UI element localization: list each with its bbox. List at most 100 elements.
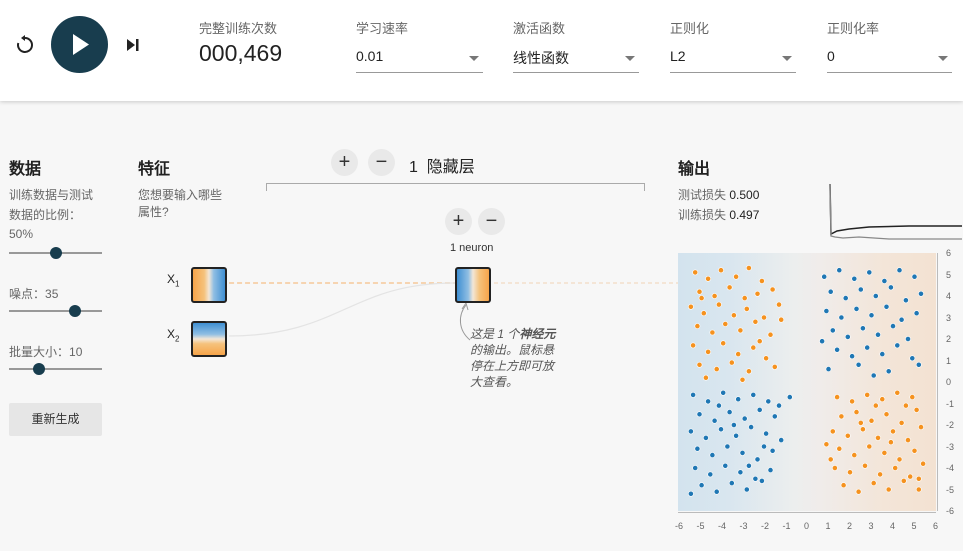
data-point-blue [702,434,709,441]
data-point-orange [909,394,916,400]
data-point-blue [881,278,888,284]
data-point-blue [842,295,849,301]
data-point-blue [763,430,769,437]
data-point-orange [872,402,879,409]
data-point-orange [896,456,903,463]
data-point-orange [838,413,845,420]
data-point-orange [737,327,744,334]
data-point-blue [834,346,840,353]
data-point-orange [829,428,836,435]
data-point-blue [819,338,825,345]
y-tick-label: 4 [946,291,952,301]
data-point-blue [823,308,830,314]
data-point-orange [902,402,909,409]
add-layer-button[interactable]: + [331,149,358,176]
data-point-blue [838,314,845,321]
data-point-orange [776,301,782,308]
output-scatter-svg [678,253,936,511]
data-point-orange [875,434,881,441]
data-point-blue [767,467,774,473]
data-point-blue [750,391,757,398]
data-point-blue [883,303,890,310]
y-tick-label: -5 [946,484,955,495]
remove-neuron-button[interactable]: − [478,208,505,235]
data-point-blue [786,394,793,400]
data-point-blue [724,443,731,450]
data-point-blue [868,312,875,319]
data-point-blue [827,288,834,295]
data-point-orange [911,447,918,454]
data-point-blue [705,398,711,405]
output-plot[interactable] [678,253,936,511]
data-point-orange [690,342,696,349]
data-point-orange [702,374,709,381]
data-point-blue [890,323,896,329]
data-point-orange [739,376,746,383]
data-point-orange [735,351,742,357]
data-point-orange [870,480,877,486]
data-point-blue [875,331,881,338]
data-point-blue [709,452,716,458]
data-point-orange [761,314,767,321]
data-point-orange [913,406,920,413]
x-tick-label: -2 [761,521,770,531]
data-point-orange [705,275,711,282]
data-point-orange [905,437,911,443]
data-point-blue [707,471,714,478]
data-point-blue [765,398,772,405]
data-point-blue [864,344,871,351]
data-point-blue [711,417,718,424]
hidden-layer-heading: 1 隐藏层 [409,153,475,177]
data-point-orange [868,417,875,424]
data-point-blue [870,372,877,379]
data-point-blue [902,297,909,304]
data-point-blue [690,391,696,398]
data-point-orange [915,475,922,482]
data-point-orange [696,361,703,368]
data-point-orange [696,288,703,295]
data-point-orange [718,267,724,274]
remove-layer-button[interactable]: − [368,149,395,176]
data-point-orange [728,359,735,366]
tooltip-bold: 神经元 [519,327,556,341]
data-point-orange [918,424,924,430]
data-point-blue [720,389,727,396]
data-point-blue [687,428,694,435]
data-point-blue [741,415,748,422]
data-point-blue [756,406,763,413]
data-point-orange [750,344,757,351]
data-point-blue [748,424,754,430]
data-point-orange [754,290,761,297]
data-point-blue [913,310,920,317]
train-loss-label: 训练损失 [678,208,727,222]
data-point-blue [698,482,705,489]
tooltip-line1: 这是 1 个 [470,327,520,341]
data-point-blue [851,275,858,282]
data-point-blue [866,269,873,276]
data-point-blue [872,293,879,299]
x-tick-label: 0 [804,521,810,531]
data-point-orange [847,469,853,476]
x-tick-label: -1 [782,521,791,531]
hidden-neuron-node[interactable] [455,267,491,303]
data-point-blue [752,475,759,482]
data-point-orange [731,312,737,319]
data-point-orange [771,364,778,370]
data-point-orange [733,273,739,280]
data-point-orange [857,419,864,426]
y-tick-label: -2 [946,420,955,430]
data-point-blue [859,325,866,332]
data-point-blue [894,342,901,349]
data-point-orange [864,391,871,398]
data-point-blue [909,355,916,362]
neuron-count-label: 1 neuron [450,242,494,254]
data-point-blue [855,361,862,368]
decision-background [678,253,936,511]
data-point-orange [900,477,907,484]
data-point-orange [849,398,855,405]
add-neuron-button[interactable]: + [445,208,472,235]
data-point-orange [756,338,763,345]
data-point-orange [915,486,922,493]
data-point-blue [918,290,924,297]
data-point-blue [849,353,855,360]
